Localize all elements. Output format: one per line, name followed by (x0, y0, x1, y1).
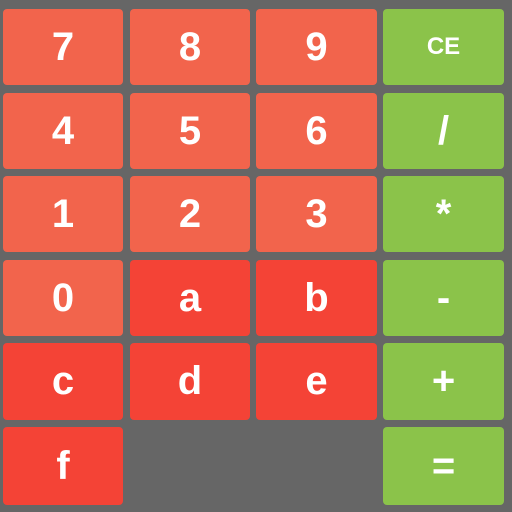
key-9-button[interactable]: 9 (256, 9, 377, 85)
key-f-button[interactable]: f (3, 427, 123, 505)
key-6-button[interactable]: 6 (256, 93, 377, 169)
key-8-button[interactable]: 8 (130, 9, 250, 85)
key-plus-button[interactable]: + (383, 343, 504, 420)
key-3-button[interactable]: 3 (256, 176, 377, 252)
key-5-button[interactable]: 5 (130, 93, 250, 169)
key-d-button[interactable]: d (130, 343, 250, 420)
key-minus-button[interactable]: - (383, 260, 504, 336)
key-2-button[interactable]: 2 (130, 176, 250, 252)
key-1-button[interactable]: 1 (3, 176, 123, 252)
key-0-button[interactable]: 0 (3, 260, 123, 336)
key-c-button[interactable]: c (3, 343, 123, 420)
key-7-button[interactable]: 7 (3, 9, 123, 85)
key-divide-button[interactable]: / (383, 93, 504, 169)
key-b-button[interactable]: b (256, 260, 377, 336)
key-equals-button[interactable]: = (383, 427, 504, 505)
key-a-button[interactable]: a (130, 260, 250, 336)
key-e-button[interactable]: e (256, 343, 377, 420)
key-multiply-button[interactable]: * (383, 176, 504, 252)
key-clear-entry-button[interactable]: CE (383, 9, 504, 85)
key-4-button[interactable]: 4 (3, 93, 123, 169)
